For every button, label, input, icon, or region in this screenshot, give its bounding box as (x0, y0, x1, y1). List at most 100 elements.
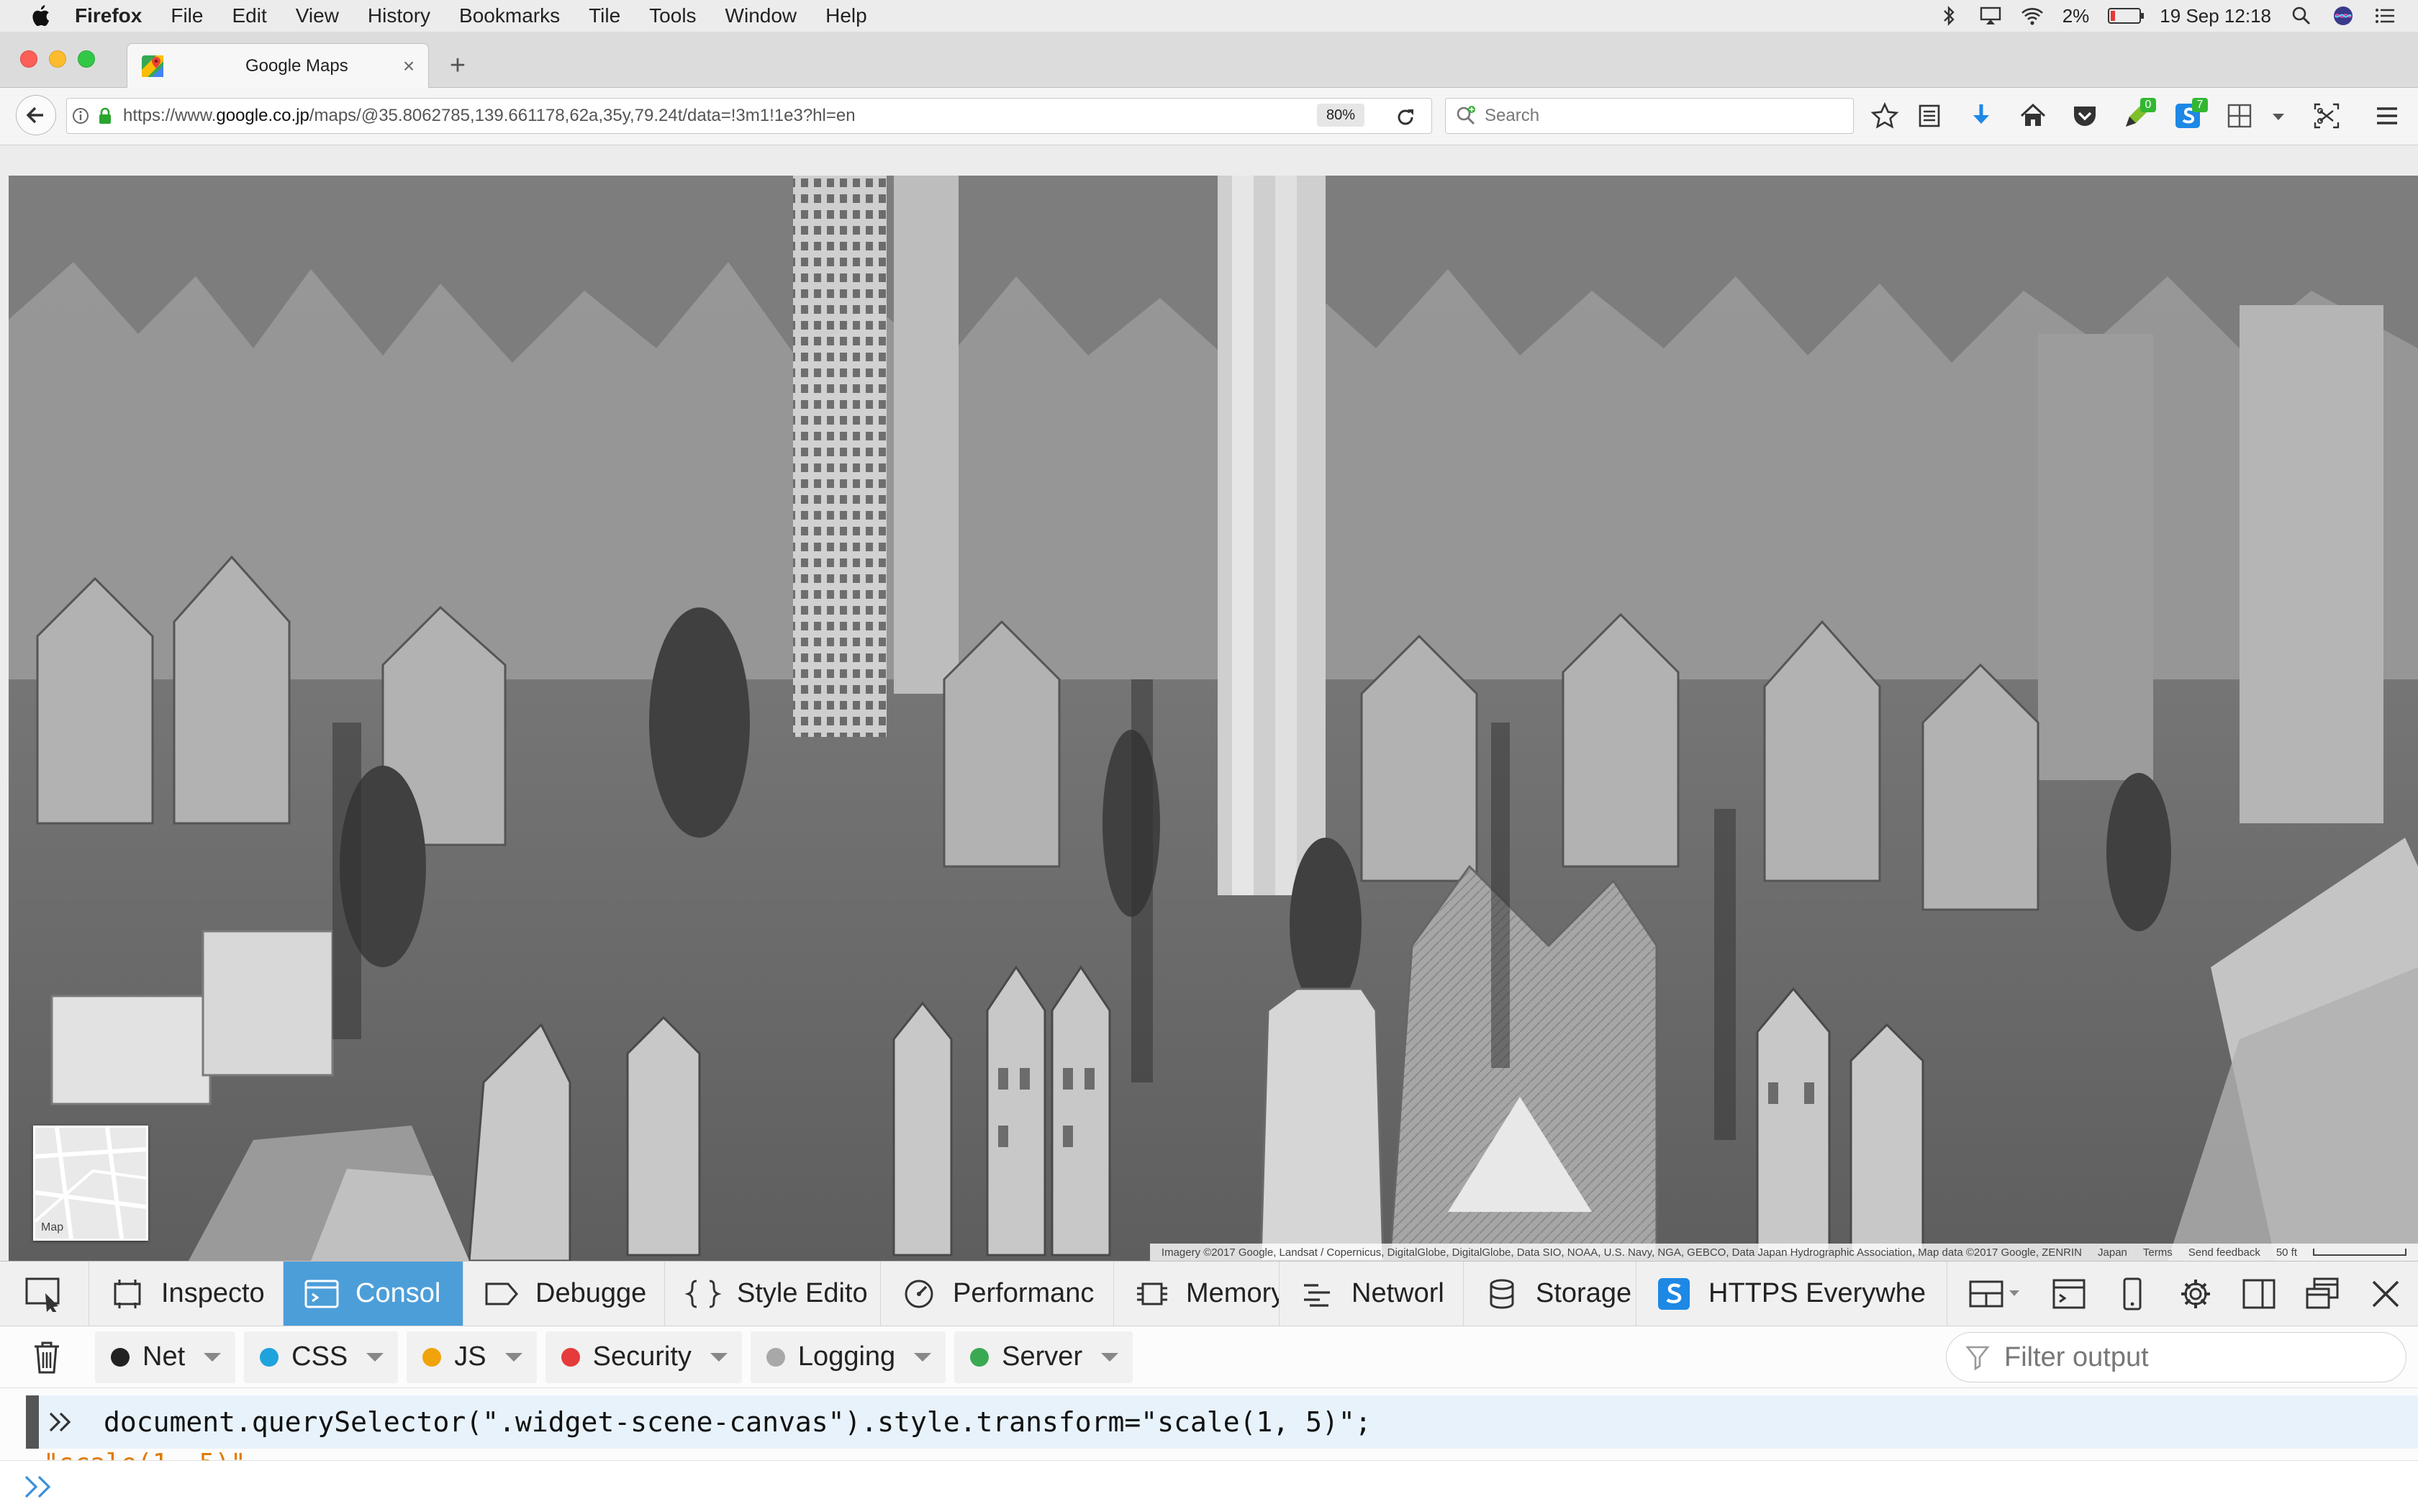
filter-js-button[interactable]: JS (407, 1331, 537, 1383)
filter-output-input[interactable]: Filter output (1946, 1332, 2406, 1382)
tab-https-everywhere[interactable]: HTTPS Everywhe (1636, 1262, 1947, 1326)
siri-icon[interactable] (2332, 5, 2355, 27)
window-zoom-button[interactable] (78, 50, 95, 68)
window-close-button[interactable] (20, 50, 37, 68)
search-placeholder: Search (1485, 106, 1540, 125)
window-minimize-button[interactable] (49, 50, 66, 68)
downloads-icon[interactable] (1966, 101, 1996, 131)
logging-status-dot (766, 1347, 785, 1367)
pocket-icon[interactable] (2070, 101, 2100, 131)
airplay-icon[interactable] (1979, 5, 2002, 27)
spotlight-search-icon[interactable] (2290, 5, 2313, 27)
menu-bookmarks[interactable]: Bookmarks (459, 4, 560, 27)
console-command-entry[interactable]: document.querySelector(".widget-scene-ca… (26, 1395, 2418, 1449)
url-text[interactable]: https://www.google.co.jp/maps/@35.806278… (123, 106, 856, 126)
server-status-dot (970, 1347, 990, 1367)
js-dropdown-caret-icon[interactable] (504, 1352, 522, 1362)
split-console-icon[interactable] (2051, 1277, 2087, 1310)
apple-icon[interactable] (29, 4, 50, 28)
logging-dropdown-caret-icon[interactable] (914, 1352, 932, 1362)
net-dropdown-caret-icon[interactable] (204, 1352, 222, 1362)
search-engine-icon[interactable] (1453, 103, 1479, 129)
search-bar[interactable]: Search (1445, 98, 1854, 134)
frame-selector-icon[interactable] (1968, 1277, 2024, 1310)
tile-window-icon[interactable] (2225, 101, 2255, 131)
filter-server-button[interactable]: Server (954, 1331, 1133, 1383)
battery-percent: 2% (2062, 4, 2090, 27)
filter-css-button[interactable]: CSS (244, 1331, 399, 1383)
filter-logging-button[interactable]: Logging (750, 1331, 946, 1383)
send-feedback-link[interactable]: Send feedback (2188, 1246, 2260, 1259)
console-filter-bar: Net CSS JS Security Logging Server Filte… (0, 1326, 2418, 1388)
app-menu-firefox[interactable]: Firefox (75, 4, 142, 27)
scale-bar[interactable] (2313, 1249, 2406, 1256)
filter-logging-label: Logging (797, 1341, 896, 1372)
menu-history[interactable]: History (368, 4, 430, 27)
filter-net-button[interactable]: Net (95, 1331, 236, 1383)
battery-icon[interactable] (2108, 8, 2145, 24)
menu-file[interactable]: File (171, 4, 203, 27)
tab-google-maps[interactable]: Google Maps × (127, 43, 429, 88)
tile-dropdown-icon[interactable] (2268, 101, 2288, 131)
settings-gear-icon[interactable] (2178, 1277, 2214, 1310)
screenshot-icon[interactable] (2311, 101, 2342, 131)
url-prefix: https://www. (123, 106, 217, 125)
tab-style-editor[interactable]: Style Edito (665, 1262, 881, 1326)
menu-tools[interactable]: Tools (649, 4, 696, 27)
tab-memory-label: Memory (1186, 1278, 1280, 1308)
dock-side-icon[interactable] (2241, 1277, 2277, 1310)
addon-button-2[interactable]: 7 (2173, 98, 2208, 131)
menu-help[interactable]: Help (825, 4, 867, 27)
zoom-indicator[interactable]: 80% (1317, 104, 1364, 127)
back-button[interactable] (16, 95, 56, 135)
security-status-dot (561, 1347, 580, 1367)
tab-close-button[interactable]: × (397, 54, 421, 78)
bookmark-star-icon[interactable] (1870, 101, 1900, 131)
close-devtools-icon[interactable] (2368, 1277, 2404, 1310)
menu-edit[interactable]: Edit (232, 4, 266, 27)
tab-network[interactable]: Networl (1280, 1262, 1464, 1326)
secure-lock-icon[interactable] (97, 107, 113, 125)
filter-security-button[interactable]: Security (545, 1331, 742, 1383)
notification-center-icon[interactable] (2373, 5, 2396, 27)
bluetooth-icon[interactable] (1937, 5, 1960, 27)
separate-window-icon[interactable] (2304, 1277, 2340, 1310)
console-icon (304, 1280, 339, 1308)
terms-link[interactable]: Terms (2143, 1246, 2173, 1259)
new-tab-button[interactable]: + (445, 52, 471, 79)
site-info-icon[interactable] (71, 107, 90, 125)
server-dropdown-caret-icon[interactable] (1101, 1352, 1119, 1362)
tab-inspector[interactable]: Inspecto (89, 1262, 284, 1326)
status-area: 2% 19 Sep 12:18 (1937, 0, 2396, 32)
responsive-design-icon[interactable] (2114, 1277, 2150, 1310)
menu-window[interactable]: Window (725, 4, 797, 27)
menu-tile[interactable]: Tile (589, 4, 620, 27)
css-dropdown-caret-icon[interactable] (366, 1352, 384, 1362)
hamburger-menu-icon[interactable] (2372, 101, 2402, 131)
wifi-icon[interactable] (2021, 5, 2044, 27)
map-3d-canvas[interactable]: Map Imagery ©2017 Google, Landsat / Cope… (9, 176, 2418, 1261)
tab-storage[interactable]: Storage (1464, 1262, 1636, 1326)
tab-storage-label: Storage (1536, 1278, 1632, 1308)
clock[interactable]: 19 Sep 12:18 (2160, 5, 2271, 27)
security-dropdown-caret-icon[interactable] (710, 1352, 728, 1362)
map-view-toggle[interactable]: Map (33, 1126, 148, 1241)
tab-console[interactable]: Consol (284, 1262, 463, 1326)
bookmarks-menu-icon[interactable] (1914, 101, 1944, 131)
tab-memory[interactable]: Memory (1114, 1262, 1280, 1326)
element-picker-button[interactable] (0, 1262, 89, 1326)
tab-performance[interactable]: Performanc (881, 1262, 1114, 1326)
addon-button-1[interactable]: 0 (2122, 98, 2156, 131)
tab-debugger[interactable]: Debugge (463, 1262, 665, 1326)
aerial-city-imagery[interactable] (9, 176, 2418, 1261)
clear-console-trash-icon[interactable] (32, 1339, 62, 1375)
tab-title: Google Maps (245, 55, 348, 76)
home-icon[interactable] (2018, 101, 2048, 131)
map-thumbnail-label: Map (41, 1221, 64, 1233)
url-bar[interactable]: https://www.google.co.jp/maps/@35.806278… (66, 98, 1432, 134)
filter-js-label: JS (454, 1341, 486, 1372)
console-input-line[interactable] (0, 1460, 2418, 1512)
url-domain: google.co.jp (216, 106, 309, 125)
menu-view[interactable]: View (296, 4, 339, 27)
reload-icon[interactable] (1393, 105, 1418, 130)
